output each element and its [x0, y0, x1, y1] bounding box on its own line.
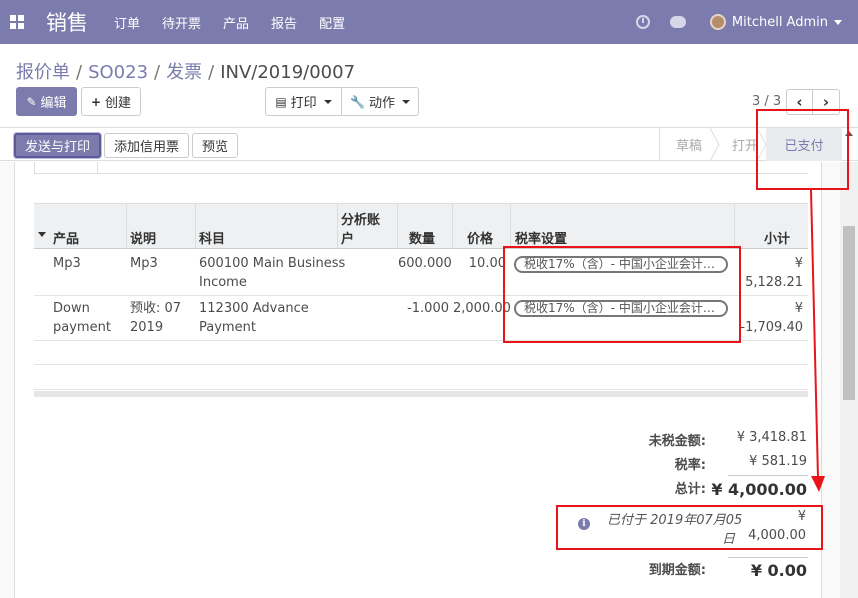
annotation-arrow [810, 189, 825, 492]
